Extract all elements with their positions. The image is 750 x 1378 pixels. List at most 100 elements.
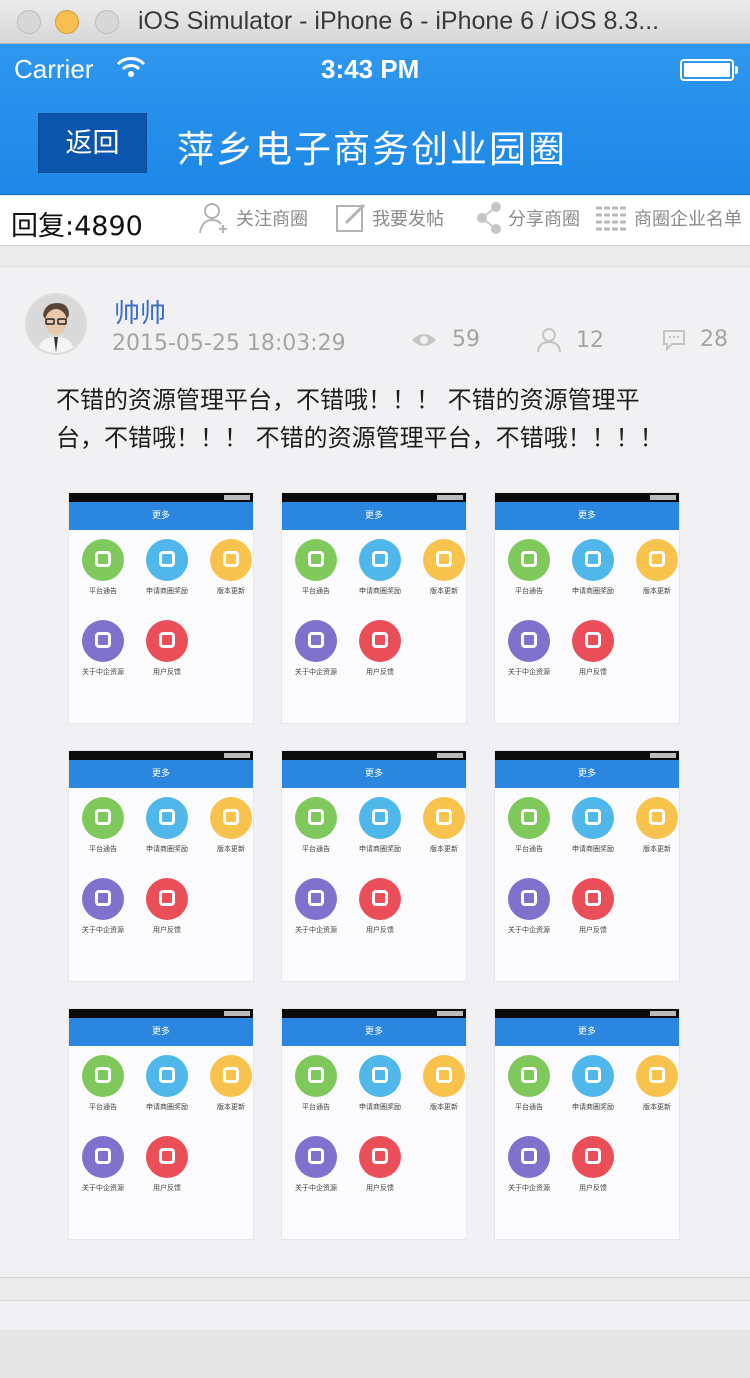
thumbnail-item-label: 申请商圈奖励 — [359, 587, 401, 595]
new-post-label: 我要发帖 — [372, 209, 444, 230]
thumbnail-circle-icon — [359, 620, 401, 662]
thumbnail-menu-item: 平台通告 — [288, 797, 344, 854]
thumbnail-item-label: 平台通告 — [302, 845, 330, 853]
thumbnail-header: 更多 — [69, 760, 253, 788]
thumbnail-menu-item: 版本更新 — [629, 539, 679, 596]
thumbnail-menu-item: 关于中企资源 — [75, 620, 131, 677]
thumbnail-circle-icon — [508, 797, 550, 839]
thumbnail-menu-item: 申请商圈奖励 — [139, 539, 195, 596]
thumbnail-menu-item: 用户反馈 — [139, 878, 195, 935]
thumbnail-circle-icon — [295, 878, 337, 920]
post-card[interactable]: 帅帅 2015-05-25 18:03:29 59 12 28 不错的资源管理平… — [0, 266, 750, 1278]
thumbnail-circle-icon — [423, 797, 465, 839]
thumbnail-circle-icon — [146, 1136, 188, 1178]
thumbnail-circle-icon — [210, 539, 252, 581]
close-window-button[interactable] — [17, 10, 41, 34]
thumbnail-menu-item: 平台通告 — [501, 1055, 557, 1112]
post-image-thumbnail[interactable]: 更多 平台通告 申请商圈奖励 版本更新 关于中企资源 用户反馈 — [282, 1009, 466, 1239]
thumbnail-menu-item: 关于中企资源 — [75, 878, 131, 935]
thumbnail-header: 更多 — [69, 1018, 253, 1046]
share-circle-label: 分享商圈 — [508, 209, 580, 230]
comments-stat: 28 — [662, 327, 728, 352]
thumbnail-item-label: 平台通告 — [89, 587, 117, 595]
follow-circle-button[interactable]: 关注商圈 — [198, 198, 308, 238]
back-button[interactable]: 返回 — [38, 113, 147, 173]
thumbnail-item-label: 用户反馈 — [366, 668, 394, 676]
thumbnail-menu-item: 申请商圈奖励 — [352, 1055, 408, 1112]
post-image-thumbnail[interactable]: 更多 平台通告 申请商圈奖励 版本更新 关于中企资源 用户反馈 — [69, 1009, 253, 1239]
post-username[interactable]: 帅帅 — [114, 293, 166, 330]
status-bar: Carrier 3:43 PM — [0, 44, 750, 96]
thumbnail-circle-icon — [146, 878, 188, 920]
thumbnail-item-label: 用户反馈 — [579, 1184, 607, 1192]
thumbnail-menu-item: 申请商圈奖励 — [565, 797, 621, 854]
thumbnail-item-label: 申请商圈奖励 — [572, 1103, 614, 1111]
status-time: 3:43 PM — [321, 54, 420, 84]
post-image-thumbnail[interactable]: 更多 平台通告 申请商圈奖励 版本更新 关于中企资源 用户反馈 — [69, 751, 253, 981]
company-list-button[interactable]: 商圈企业名单 — [594, 198, 742, 238]
thumbnail-item-label: 关于中企资源 — [82, 668, 124, 676]
thumbnail-item-label: 关于中企资源 — [508, 668, 550, 676]
post-image-thumbnail[interactable]: 更多 平台通告 申请商圈奖励 版本更新 关于中企资源 用户反馈 — [495, 493, 679, 723]
thumbnail-item-label: 平台通告 — [302, 587, 330, 595]
comments-count: 28 — [700, 327, 728, 352]
thumbnail-menu-item: 用户反馈 — [565, 1136, 621, 1193]
post-image-thumbnail[interactable]: 更多平台通告 申请商圈奖励 版本更新关于中企资源 用户反馈 — [495, 1009, 679, 1239]
thumbnail-circle-icon — [636, 539, 678, 581]
thumbnail-item-label: 平台通告 — [89, 845, 117, 853]
company-list-label: 商圈企业名单 — [634, 209, 742, 230]
new-post-button[interactable]: 我要发帖 — [334, 198, 444, 238]
thumbnail-menu-item: 用户反馈 — [352, 1136, 408, 1193]
thumbnail-header: 更多 — [495, 1018, 679, 1046]
comment-icon — [663, 329, 685, 351]
avatar[interactable] — [25, 293, 87, 355]
thumbnail-circle-icon — [636, 1055, 678, 1097]
window-titlebar: iOS Simulator - iPhone 6 - iPhone 6 / iO… — [0, 0, 750, 44]
thumbnail-menu-item: 申请商圈奖励 — [352, 539, 408, 596]
thumbnail-status-bar — [282, 1009, 466, 1018]
thumbnail-circle-icon — [295, 1136, 337, 1178]
minimize-window-button[interactable] — [55, 10, 79, 34]
thumbnail-item-label: 用户反馈 — [366, 926, 394, 934]
thumbnail-menu-item: 关于中企资源 — [501, 1136, 557, 1193]
share-circle-button[interactable]: 分享商圈 — [474, 198, 580, 238]
thumbnail-status-bar — [495, 751, 679, 760]
thumbnail-header: 更多 — [495, 760, 679, 788]
thumbnail-item-label: 用户反馈 — [366, 1184, 394, 1192]
thumbnail-menu-item: 关于中企资源 — [288, 620, 344, 677]
zoom-window-button[interactable] — [95, 10, 119, 34]
thumbnail-circle-icon — [146, 620, 188, 662]
thumbnail-circle-icon — [210, 797, 252, 839]
thumbnail-circle-icon — [572, 539, 614, 581]
likes-count: 12 — [576, 327, 604, 353]
post-image-thumbnail[interactable]: 更多 平台通告 申请商圈奖励 版本更新 关于中企资源 用户反馈 — [282, 493, 466, 723]
thumbnail-item-label: 用户反馈 — [153, 1184, 181, 1192]
thumbnail-menu-item: 版本更新 — [629, 1055, 679, 1112]
add-user-icon — [199, 203, 227, 234]
thumbnail-circle-icon — [359, 878, 401, 920]
thumbnail-menu-item: 申请商圈奖励 — [565, 1055, 621, 1112]
thumbnail-item-label: 关于中企资源 — [295, 668, 337, 676]
action-bar: 回复:4890 关注商圈 我要发帖 分享商圈 商圈企业名单 — [0, 196, 750, 246]
thumbnail-item-label: 版本更新 — [217, 845, 245, 853]
post-image-thumbnail[interactable]: 更多 平台通告 申请商圈奖励 版本更新 关于中企资源 用户反馈 — [495, 751, 679, 981]
thumbnail-item-label: 平台通告 — [89, 1103, 117, 1111]
post-image-thumbnail[interactable]: 更多 平台通告 申请商圈奖励 版本更新 关于中企资源 用户反馈 — [69, 493, 253, 723]
thumbnail-item-label: 关于中企资源 — [82, 1184, 124, 1192]
post-image-thumbnail[interactable]: 更多 平台通告 申请商圈奖励 版本更新 关于中企资源 用户反馈 — [282, 751, 466, 981]
thumbnail-circle-icon — [636, 797, 678, 839]
thumbnail-status-bar — [495, 493, 679, 502]
app-header: Carrier 3:43 PM 返回 萍乡电子商务创业园圈 — [0, 44, 750, 195]
thumbnail-menu-item: 平台通告 — [75, 539, 131, 596]
thumbnail-menu-item: 用户反馈 — [139, 620, 195, 677]
thumbnail-header: 更多 — [495, 502, 679, 530]
thumbnail-item-label: 版本更新 — [217, 587, 245, 595]
thumbnail-item-label: 关于中企资源 — [508, 926, 550, 934]
thumbnail-menu-item: 申请商圈奖励 — [352, 797, 408, 854]
thumbnail-item-label: 平台通告 — [515, 587, 543, 595]
thumbnail-status-bar — [69, 493, 253, 502]
thumbnail-menu-item: 版本更新 — [416, 539, 466, 596]
thumbnail-circle-icon — [572, 1136, 614, 1178]
thumbnail-item-label: 关于中企资源 — [82, 926, 124, 934]
user-portrait-icon — [27, 295, 85, 353]
